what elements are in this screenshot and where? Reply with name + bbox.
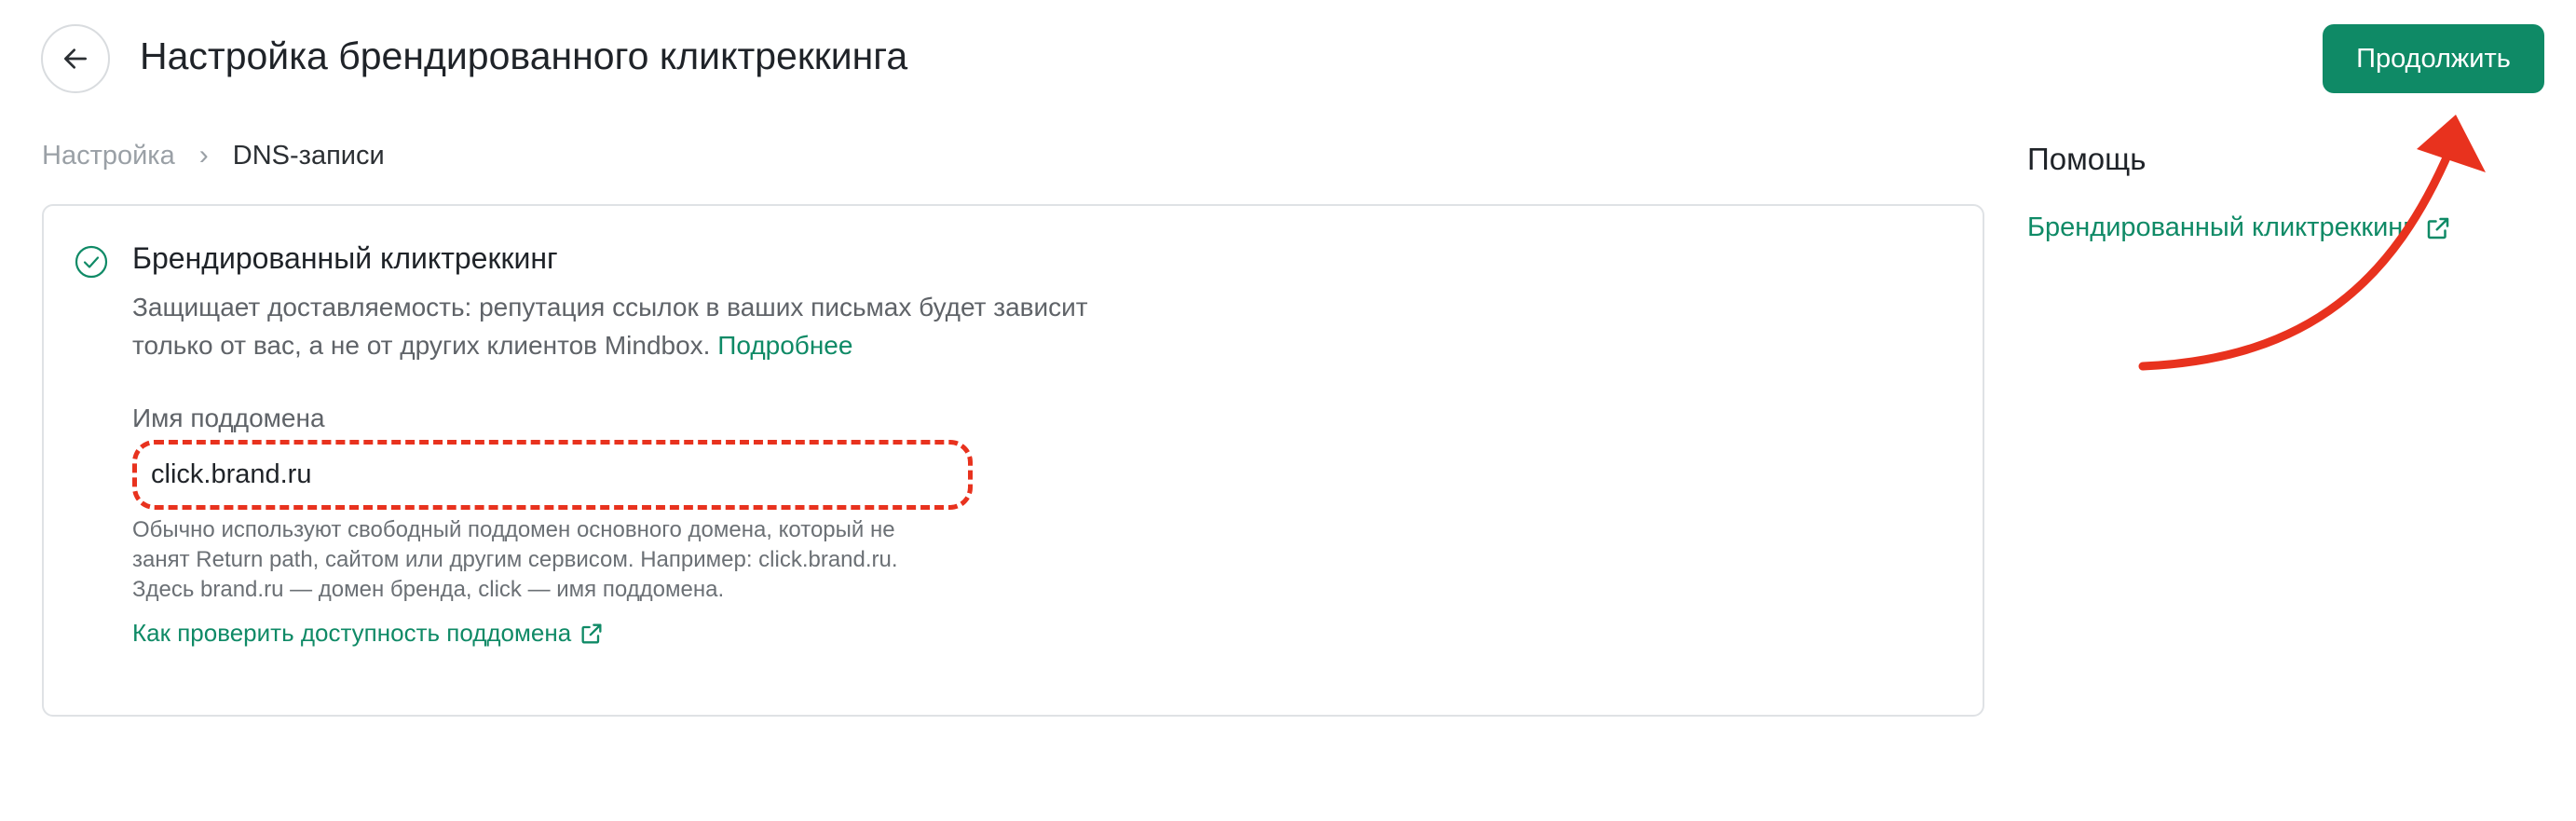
card-title: Брендированный кликтреккинг xyxy=(132,241,558,275)
subdomain-field-highlight xyxy=(132,440,973,510)
hint-line-3: Здесь brand.ru — домен бренда, click — и… xyxy=(132,577,725,602)
help-link-clicktracking[interactable]: Брендированный кликтреккинг xyxy=(2027,212,2452,243)
breadcrumb-separator: › xyxy=(198,140,209,171)
help-link-label: Брендированный кликтреккинг xyxy=(2027,212,2413,242)
continue-button[interactable]: Продолжить xyxy=(2323,24,2544,93)
back-button[interactable] xyxy=(41,24,110,93)
description-line-2: только от вас, а не от других клиентов M… xyxy=(132,331,711,360)
help-title: Помощь xyxy=(2027,142,2147,176)
breadcrumb-item-current: DNS-записи xyxy=(232,140,385,171)
check-availability-label: Как проверить доступность поддомена xyxy=(132,619,572,647)
arrow-left-icon xyxy=(64,48,87,69)
check-availability-link[interactable]: Как проверить доступность поддомена xyxy=(132,619,605,648)
page-title: Настройка брендированного кликтреккинга xyxy=(140,34,908,77)
hint-line-2: занят Return path, сайтом или другим сер… xyxy=(132,547,898,572)
check-circle-icon xyxy=(75,245,108,279)
subdomain-input[interactable] xyxy=(151,459,968,490)
card-description: Защищает доставляемость: репутация ссыло… xyxy=(132,288,1250,364)
clicktracking-card: Брендированный кликтреккинг Защищает дос… xyxy=(42,204,1984,717)
hint-line-1: Обычно используют свободный поддомен осн… xyxy=(132,517,895,542)
breadcrumb: Настройка › DNS-записи xyxy=(42,140,385,171)
more-link[interactable]: Подробнее xyxy=(717,331,852,360)
subdomain-label: Имя поддомена xyxy=(132,404,325,432)
description-line-1: Защищает доставляемость: репутация ссыло… xyxy=(132,293,1088,322)
breadcrumb-item-settings[interactable]: Настройка xyxy=(42,141,175,171)
subdomain-hint: Обычно используют свободный поддомен осн… xyxy=(132,515,1027,605)
page: Настройка брендированного кликтреккинга … xyxy=(0,0,2576,821)
external-link-icon xyxy=(581,623,602,643)
external-link-icon xyxy=(2427,217,2449,239)
